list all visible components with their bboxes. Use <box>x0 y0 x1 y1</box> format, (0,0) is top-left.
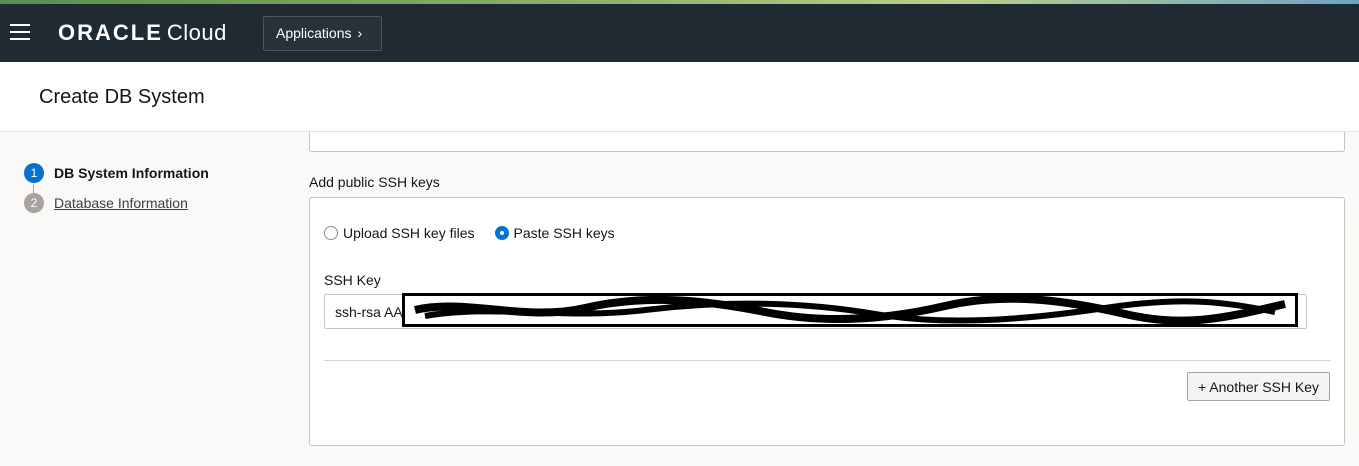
ssh-section-label: Add public SSH keys <box>309 174 440 190</box>
step-number-badge: 1 <box>24 163 44 183</box>
step-label: DB System Information <box>54 165 209 181</box>
wizard-steps: 1 DB System Information 2 Database Infor… <box>0 133 290 466</box>
radio-label: Upload SSH key files <box>343 225 475 241</box>
brand-cloud-text: Cloud <box>166 20 227 45</box>
menu-icon[interactable] <box>10 24 30 40</box>
page-header: Create DB System <box>0 62 1359 132</box>
page-title: Create DB System <box>39 86 205 108</box>
applications-button[interactable]: Applications › <box>263 16 382 51</box>
step-database-information[interactable]: 2 Database Information <box>24 193 188 213</box>
radio-label: Paste SSH keys <box>513 225 615 241</box>
brand-oracle-text: ORACLE <box>58 20 163 45</box>
previous-section-box <box>309 132 1345 152</box>
add-another-ssh-key-button[interactable]: + Another SSH Key <box>1187 372 1330 401</box>
oracle-cloud-logo[interactable]: ORACLE Cloud <box>58 20 227 46</box>
radio-selected-icon <box>494 226 509 240</box>
ssh-key-label: SSH Key <box>324 272 381 288</box>
form-main-area: Add public SSH keys Upload SSH key files… <box>290 132 1359 466</box>
step-number-badge: 2 <box>24 193 44 213</box>
paste-ssh-keys-radio[interactable]: Paste SSH keys <box>494 225 615 241</box>
redaction-scribble <box>402 293 1298 327</box>
chevron-right-icon: › <box>357 25 363 41</box>
step-db-system-information[interactable]: 1 DB System Information <box>24 163 209 183</box>
top-navigation-bar: ORACLE Cloud Applications › <box>0 4 1359 62</box>
step-label-link[interactable]: Database Information <box>54 195 188 211</box>
applications-label: Applications <box>276 25 352 41</box>
upload-ssh-key-files-radio[interactable]: Upload SSH key files <box>324 225 475 241</box>
ssh-input-method-group: Upload SSH key files Paste SSH keys <box>324 225 635 241</box>
ssh-keys-card: Upload SSH key files Paste SSH keys SSH … <box>309 197 1345 446</box>
radio-unselected-icon <box>324 226 338 240</box>
divider <box>324 360 1331 361</box>
